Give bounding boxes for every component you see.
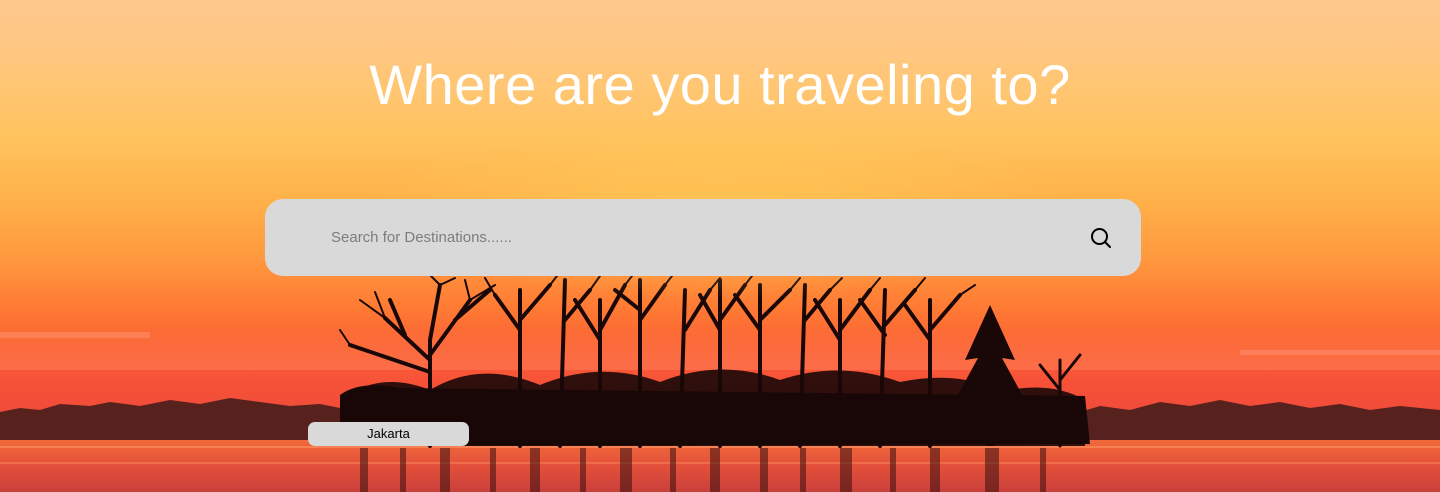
page-title: Where are you traveling to?	[369, 53, 1071, 116]
hero-section: Where are you traveling to? Jakarta	[0, 0, 1440, 492]
search-input[interactable]	[331, 221, 1031, 253]
search-button[interactable]	[1087, 224, 1115, 252]
destination-chip-jakarta[interactable]: Jakarta	[308, 422, 469, 446]
search-bar	[265, 199, 1141, 276]
search-icon	[1091, 228, 1111, 248]
